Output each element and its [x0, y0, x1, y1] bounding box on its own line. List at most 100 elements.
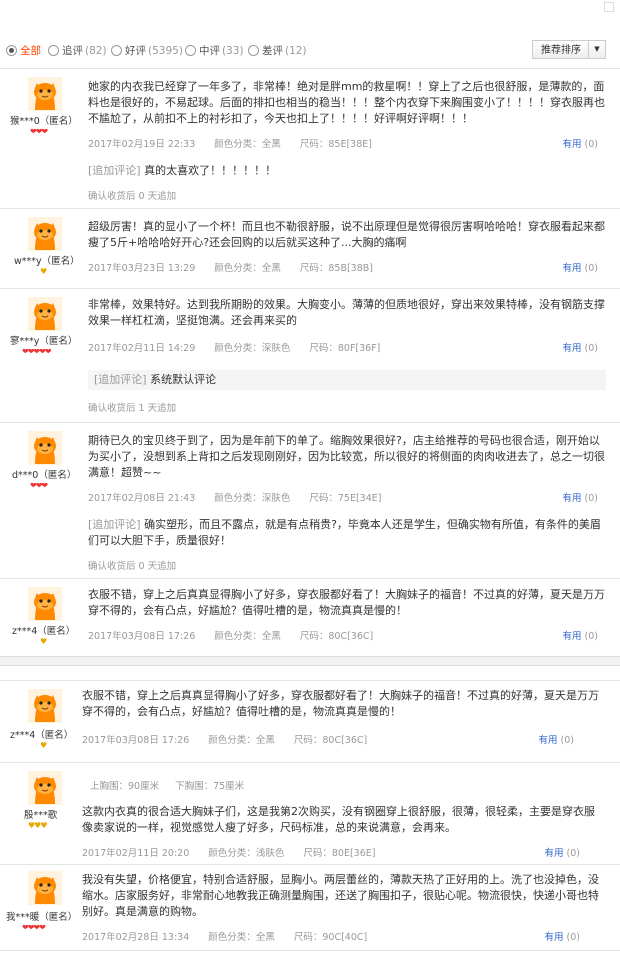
- useful-count: (0): [584, 493, 598, 504]
- default-avatar-icon: [28, 77, 62, 111]
- color-label: 颜色分类：: [214, 139, 262, 150]
- avatar[interactable]: [28, 297, 62, 331]
- useful-button[interactable]: 有用 (0): [562, 136, 598, 150]
- filter-count: (82): [85, 44, 107, 57]
- useful-count: (0): [584, 631, 598, 642]
- useful-label: 有用: [562, 631, 582, 642]
- filter-positive[interactable]: 好评 (5395): [111, 43, 183, 58]
- size-value: 80C[36C]: [322, 735, 368, 746]
- buyer-rank: ❤❤❤❤❤: [22, 347, 51, 356]
- buyer-rank: ❤❤❤❤: [22, 923, 46, 932]
- filter-negative[interactable]: 差评 (12): [248, 43, 307, 58]
- filter-bar: 全部 追评 (82) 好评 (5395) 中评 (33) 差评 (12) 推荐排…: [0, 36, 620, 66]
- radio-icon: [248, 45, 259, 56]
- color-value: 全黑: [255, 932, 275, 943]
- username[interactable]: 殷***歌: [24, 807, 57, 821]
- radio-icon: [111, 45, 122, 56]
- filter-count: (5395): [148, 44, 183, 57]
- under-bust: 下胸围：75厘米: [175, 781, 245, 792]
- review-item: d***0（匿名） ❤❤❤ 期待已久的宝贝终于到了，因为是年前下的单了。缩胸效果…: [0, 422, 620, 579]
- username[interactable]: z***4（匿名）: [12, 623, 75, 637]
- sort-dropdown[interactable]: 推荐排序 ▼: [532, 40, 606, 59]
- after-label: 确认收货后: [88, 403, 136, 414]
- avatar[interactable]: [28, 431, 62, 465]
- sort-label: 推荐排序: [541, 45, 581, 56]
- color-label: 颜色分类：: [214, 343, 262, 354]
- filter-count: (33): [222, 44, 244, 57]
- review-meta: 2017年02月11日 20:20 颜色分类：浅肤色 尺码：80E[36E]: [82, 845, 375, 859]
- size-value: 80E[36E]: [331, 848, 376, 859]
- radio-icon: [185, 45, 196, 56]
- review-meta: 2017年03月23日 13:29 颜色分类：全黑 尺码：85B[38B]: [88, 260, 373, 274]
- username[interactable]: 猴***0（匿名）: [10, 113, 78, 127]
- avatar[interactable]: [28, 587, 62, 621]
- buyer-rank: ♥: [40, 741, 47, 750]
- review-item: z***4（匿名） ♥ 衣服不错，穿上之后真真显得胸小了好多，穿衣服都好看了！大…: [0, 680, 620, 763]
- useful-button[interactable]: 有用 (0): [544, 929, 580, 943]
- avatar[interactable]: [28, 689, 62, 723]
- color-label: 颜色分类：: [208, 848, 256, 859]
- size-label: 尺码：: [293, 735, 323, 746]
- username[interactable]: w***y（匿名）: [14, 253, 80, 267]
- append-tag: [追加评论]: [88, 164, 141, 177]
- default-avatar-icon: [28, 689, 62, 723]
- useful-button[interactable]: 有用 (0): [562, 340, 598, 354]
- radio-icon: [6, 45, 17, 56]
- filter-label: 差评: [262, 45, 283, 57]
- filter-all[interactable]: 全部: [6, 43, 43, 58]
- useful-button[interactable]: 有用 (0): [562, 490, 598, 504]
- username[interactable]: 寥***y（匿名）: [10, 333, 77, 347]
- top-edge: [0, 0, 620, 14]
- color-value: 深肤色: [261, 493, 291, 504]
- default-avatar-icon: [28, 871, 62, 905]
- after-label: 确认收货后: [88, 561, 136, 572]
- default-avatar-icon: [28, 431, 62, 465]
- review-item: 我***暖（匿名） ❤❤❤❤ 我没有失望，价格便宜，特别合适舒服，显胸小。两层蕾…: [0, 864, 620, 951]
- review-text: 超级厉害！真的显小了一个杯！而且也不勒很舒服，说不出原理但是觉得很厉害啊哈哈哈！…: [88, 220, 605, 249]
- useful-label: 有用: [562, 263, 582, 274]
- review-meta: 2017年02月19日 22:33 颜色分类：全黑 尺码：85E[38E]: [88, 136, 372, 150]
- buyer-rank: ♥: [40, 637, 47, 646]
- filter-label: 全部: [20, 45, 41, 57]
- review-text: 衣服不错，穿上之后真真显得胸小了好多，穿衣服都好看了！大胸妹子的福音！不过真的好…: [82, 689, 599, 718]
- review-meta: 2017年03月08日 17:26 颜色分类：全黑 尺码：80C[36C]: [88, 628, 373, 642]
- avatar[interactable]: [28, 771, 62, 805]
- avatar[interactable]: [28, 217, 62, 251]
- size-label: 尺码：: [303, 848, 332, 859]
- username[interactable]: 我***暖（匿名）: [6, 909, 77, 923]
- chevron-down-icon[interactable]: ▼: [588, 41, 605, 58]
- default-avatar-icon: [28, 587, 62, 621]
- size-label: 尺码：: [299, 139, 329, 150]
- useful-count: (0): [566, 848, 580, 859]
- append-text: 系统默认评论: [150, 373, 217, 386]
- filter-neutral[interactable]: 中评 (33): [185, 43, 244, 58]
- useful-button[interactable]: 有用 (0): [562, 260, 598, 274]
- review-date: 2017年02月11日 20:20: [82, 848, 190, 859]
- color-value: 全黑: [261, 139, 281, 150]
- review-item: 殷***歌 ♥♥♥ 上胸围：90厘米 下胸围：75厘米 这款内衣真的很合适大胸妹子…: [0, 762, 620, 865]
- after-label: 确认收货后: [88, 191, 136, 202]
- username[interactable]: z***4（匿名）: [10, 727, 73, 741]
- useful-button[interactable]: 有用 (0): [562, 628, 598, 642]
- useful-label: 有用: [544, 848, 564, 859]
- review-date: 2017年02月08日 21:43: [88, 493, 196, 504]
- useful-button[interactable]: 有用 (0): [544, 845, 580, 859]
- size-value: 75E[34E]: [337, 493, 382, 504]
- radio-icon: [48, 45, 59, 56]
- avatar[interactable]: [28, 871, 62, 905]
- size-value: 80F[36F]: [337, 343, 381, 354]
- size-label: 尺码：: [309, 343, 338, 354]
- color-label: 颜色分类：: [214, 493, 262, 504]
- useful-label: 有用: [544, 932, 564, 943]
- review-date: 2017年03月08日 17:26: [88, 631, 196, 642]
- useful-label: 有用: [538, 735, 558, 746]
- avatar[interactable]: [28, 77, 62, 111]
- size-value: 90C[40C]: [322, 932, 368, 943]
- useful-label: 有用: [562, 343, 582, 354]
- append-after: 确认收货后 1 天追加: [88, 400, 176, 414]
- username[interactable]: d***0（匿名）: [12, 467, 76, 481]
- useful-button[interactable]: 有用 (0): [538, 732, 574, 746]
- buyer-rank: ❤❤❤: [30, 127, 48, 136]
- color-label: 颜色分类：: [208, 932, 256, 943]
- filter-append[interactable]: 追评 (82): [48, 43, 107, 58]
